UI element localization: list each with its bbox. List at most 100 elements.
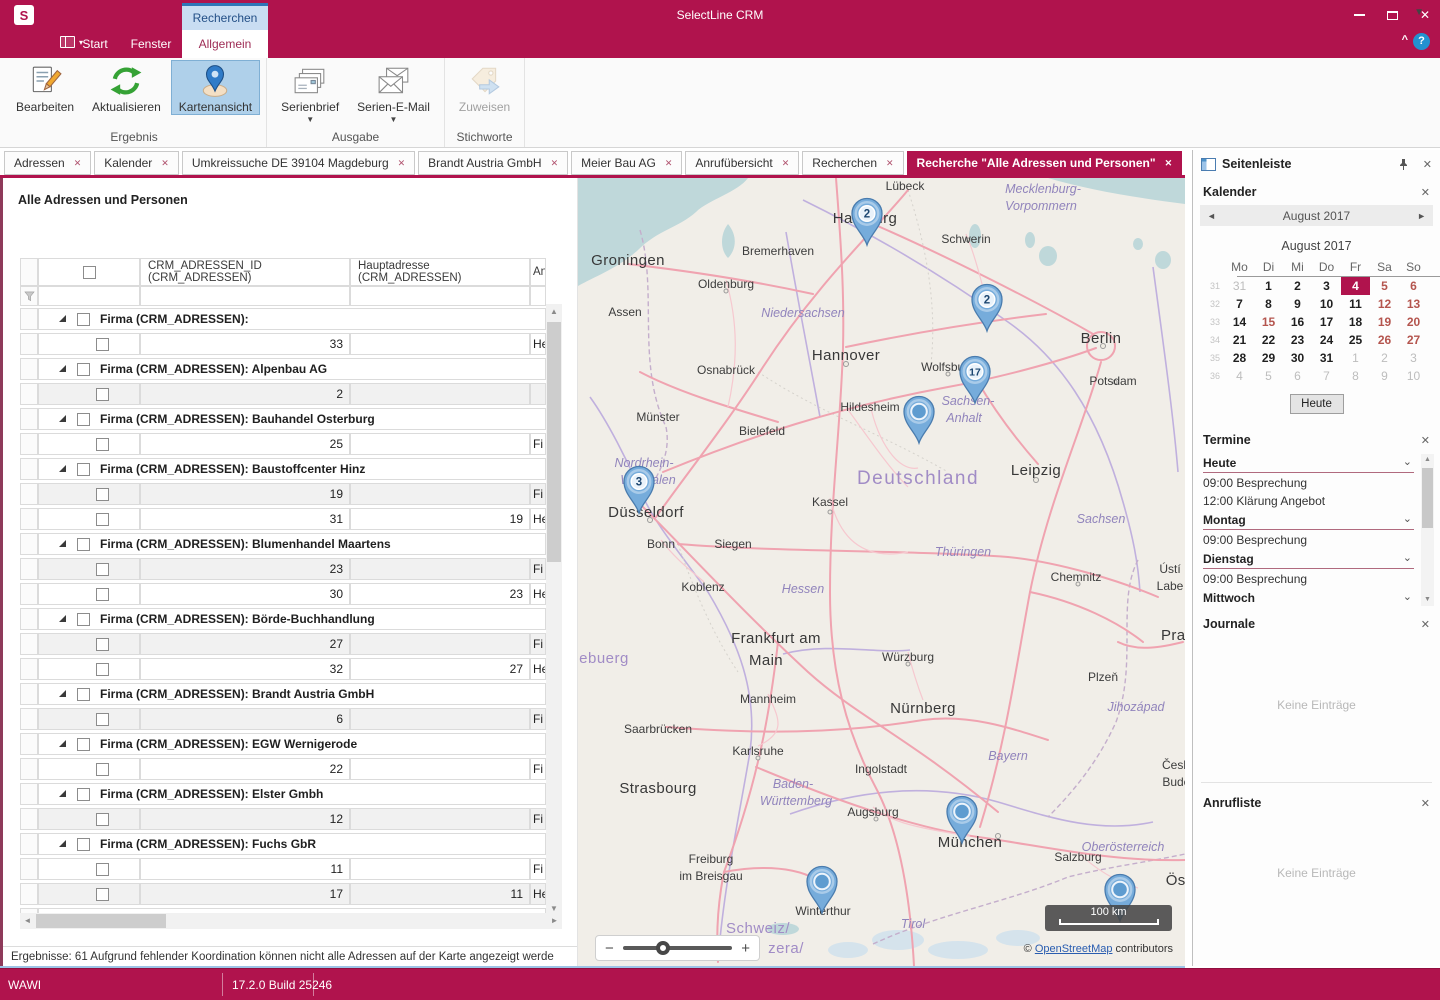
row-checkbox[interactable] xyxy=(96,488,109,501)
appointment-group-montag[interactable]: Montag⌄ xyxy=(1203,509,1414,530)
row-checkbox[interactable] xyxy=(96,563,109,576)
table-group-row[interactable]: Firma (CRM_ADRESSEN): Elster Gmbh xyxy=(20,783,562,805)
calendar-day[interactable]: 20 xyxy=(1399,313,1428,331)
zoom-slider-track[interactable] xyxy=(623,946,732,950)
calendar-day[interactable]: 16 xyxy=(1283,313,1312,331)
table-row[interactable]: 3227He xyxy=(20,658,562,680)
close-icon[interactable]: ✕ xyxy=(1423,158,1432,171)
calendar-day[interactable]: 6 xyxy=(1283,367,1312,385)
row-checkbox[interactable] xyxy=(96,813,109,826)
table-group-row[interactable]: Firma (CRM_ADRESSEN): EGW Wernigerode xyxy=(20,733,562,755)
table-row[interactable]: 3119He xyxy=(20,508,562,530)
row-checkbox[interactable] xyxy=(77,313,90,326)
calendar-day[interactable]: 1 xyxy=(1341,349,1370,367)
appointment-item[interactable]: 09:00 Besprechung xyxy=(1203,530,1414,548)
filter-input-id[interactable] xyxy=(140,286,350,306)
ribbon-button-serienbrief[interactable]: Serienbrief▼ xyxy=(273,60,347,125)
chevron-down-icon[interactable]: ⌄ xyxy=(1403,551,1412,564)
table-row[interactable]: 12Fi xyxy=(20,808,562,830)
table-row[interactable]: 6Fi xyxy=(20,708,562,730)
row-checkbox[interactable] xyxy=(77,738,90,751)
calendar-day[interactable]: 29 xyxy=(1254,349,1283,367)
horizontal-scrollbar[interactable]: ◄ ► xyxy=(20,913,562,929)
tree-expander-icon[interactable] xyxy=(58,312,67,326)
map-zoom-slider[interactable]: − + xyxy=(595,935,760,961)
dropdown-caret-icon[interactable]: ▼ xyxy=(306,115,314,124)
tree-expander-icon[interactable] xyxy=(58,837,67,851)
calendar-day[interactable]: 6 xyxy=(1399,277,1428,295)
help-icon[interactable]: ? xyxy=(1413,33,1430,50)
close-icon[interactable]: ✕ xyxy=(886,158,894,169)
doc-tab-kalender[interactable]: Kalender✕ xyxy=(94,151,179,175)
appointment-group-mittwoch[interactable]: Mittwoch⌄ xyxy=(1203,587,1414,604)
filter-input-select[interactable] xyxy=(38,286,140,306)
row-checkbox[interactable] xyxy=(77,613,90,626)
map-cluster-pin[interactable]: 3 xyxy=(619,463,659,515)
calendar-day[interactable]: 1 xyxy=(1254,277,1283,295)
chevron-down-icon[interactable]: ⌄ xyxy=(1403,455,1412,468)
prev-month-icon[interactable]: ◄ xyxy=(1207,211,1216,221)
doc-tab-recherchen[interactable]: Recherchen✕ xyxy=(802,151,903,175)
calendar-day-selected[interactable]: 4 xyxy=(1341,277,1370,295)
appointment-item[interactable]: 09:00 Besprechung xyxy=(1203,473,1414,491)
row-checkbox[interactable] xyxy=(96,888,109,901)
table-group-row[interactable]: Firma (CRM_ADRESSEN): Alpenbau AG xyxy=(20,358,562,380)
tree-expander-icon[interactable] xyxy=(58,462,67,476)
calendar-day[interactable]: 14 xyxy=(1225,313,1254,331)
zoom-slider-thumb[interactable] xyxy=(656,941,670,955)
scroll-up-icon[interactable]: ▲ xyxy=(1421,454,1434,466)
table-row[interactable]: 22Fi xyxy=(20,758,562,780)
chevron-down-icon[interactable]: ⌄ xyxy=(1403,512,1412,525)
filter-input-hauptadresse[interactable] xyxy=(350,286,530,306)
calendar-day[interactable]: 21 xyxy=(1225,331,1254,349)
row-checkbox[interactable] xyxy=(77,363,90,376)
doc-tab-adressen[interactable]: Adressen✕ xyxy=(4,151,91,175)
tree-expander-icon[interactable] xyxy=(58,737,67,751)
appointment-group-heute[interactable]: Heute⌄ xyxy=(1203,452,1414,473)
row-checkbox[interactable] xyxy=(77,788,90,801)
calendar-day[interactable]: 28 xyxy=(1225,349,1254,367)
table-row[interactable]: 11Fi xyxy=(20,858,562,880)
openstreetmap-link[interactable]: OpenStreetMap xyxy=(1035,943,1113,955)
calendar-day[interactable]: 2 xyxy=(1370,349,1399,367)
row-checkbox[interactable] xyxy=(96,513,109,526)
calendar-day[interactable]: 3 xyxy=(1399,349,1428,367)
calendar-day[interactable]: 10 xyxy=(1312,295,1341,313)
tab-overflow-icon[interactable]: ▼ xyxy=(1414,7,1424,18)
tree-expander-icon[interactable] xyxy=(58,362,67,376)
table-row[interactable]: 1711He xyxy=(20,883,562,905)
calendar-day[interactable]: 31 xyxy=(1225,277,1254,295)
table-row[interactable]: 2 xyxy=(20,383,562,405)
table-row[interactable]: 33He xyxy=(20,333,562,355)
close-icon[interactable]: ✕ xyxy=(1421,797,1430,810)
appointment-group-dienstag[interactable]: Dienstag⌄ xyxy=(1203,548,1414,569)
table-group-row[interactable]: Firma (CRM_ADRESSEN): Baustoffcenter Hin… xyxy=(20,458,562,480)
calendar-day[interactable]: 4 xyxy=(1225,367,1254,385)
calendar-day[interactable]: 2 xyxy=(1283,277,1312,295)
close-icon[interactable]: ✕ xyxy=(1421,186,1430,199)
table-group-row[interactable]: Firma (CRM_ADRESSEN): Fuchs GbR xyxy=(20,833,562,855)
calendar-day[interactable]: 7 xyxy=(1225,295,1254,313)
calendar-day[interactable]: 22 xyxy=(1254,331,1283,349)
map-view[interactable]: LübeckMecklenburg-VorpommernHamburgSchwe… xyxy=(578,178,1185,966)
table-group-row[interactable]: Firma (CRM_ADRESSEN): Blumenhandel Maart… xyxy=(20,533,562,555)
close-icon[interactable]: ✕ xyxy=(665,158,673,169)
calendar-day[interactable]: 23 xyxy=(1283,331,1312,349)
contextual-tab-recherchen[interactable]: Recherchen xyxy=(182,3,268,30)
close-icon[interactable]: ✕ xyxy=(551,158,559,169)
row-checkbox[interactable] xyxy=(96,713,109,726)
scrollbar-thumb[interactable] xyxy=(1422,468,1433,528)
scroll-up-icon[interactable]: ▲ xyxy=(546,304,562,319)
calendar-day[interactable]: 3 xyxy=(1312,277,1341,295)
zoom-in-icon[interactable]: + xyxy=(741,941,750,956)
filter-funnel-icon[interactable] xyxy=(20,286,38,306)
table-row[interactable]: 19Fi xyxy=(20,483,562,505)
table-group-row[interactable]: Firma (CRM_ADRESSEN): Bauhandel Osterbur… xyxy=(20,408,562,430)
close-icon[interactable]: ✕ xyxy=(1421,618,1430,631)
scroll-right-icon[interactable]: ► xyxy=(547,913,562,929)
row-checkbox[interactable] xyxy=(96,388,109,401)
calendar-day[interactable]: 31 xyxy=(1312,349,1341,367)
calendar-day[interactable]: 11 xyxy=(1341,295,1370,313)
scroll-down-icon[interactable]: ▼ xyxy=(1421,594,1434,606)
tree-expander-icon[interactable] xyxy=(58,787,67,801)
